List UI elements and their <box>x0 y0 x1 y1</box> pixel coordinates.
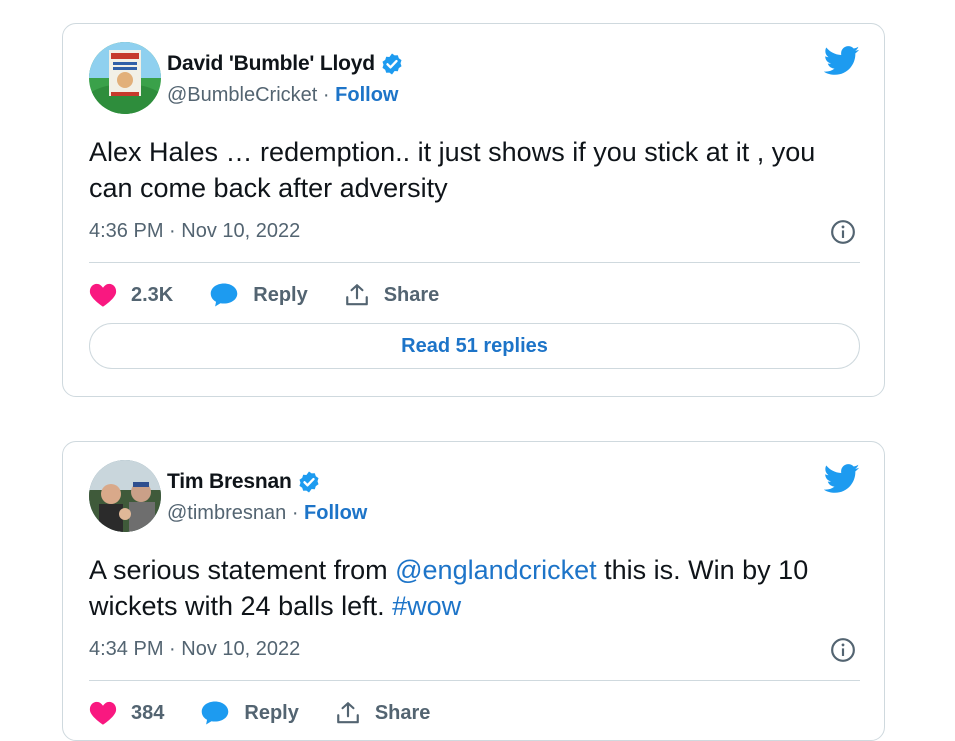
reply-label: Reply <box>253 283 308 306</box>
follow-link[interactable]: Follow <box>304 502 367 524</box>
action-bar: 2.3K Reply Share <box>89 280 475 310</box>
author-row: David 'Bumble' Lloyd <box>167 52 404 76</box>
divider <box>89 262 860 263</box>
author-name[interactable]: Tim Bresnan <box>167 470 292 494</box>
follow-link[interactable]: Follow <box>335 84 398 106</box>
tweet-card: David 'Bumble' Lloyd @BumbleCricket · Fo… <box>62 23 885 397</box>
handle-row: @timbresnan · Follow <box>167 502 367 525</box>
verified-badge-icon <box>299 471 319 493</box>
like-count: 2.3K <box>131 283 174 306</box>
hashtag-link[interactable]: #wow <box>392 591 461 621</box>
handle-row: @BumbleCricket · Follow <box>167 84 398 107</box>
tweet-text-part: A serious statement from <box>89 555 396 585</box>
share-button[interactable]: Share <box>335 700 431 726</box>
share-button[interactable]: Share <box>344 282 440 308</box>
separator: · <box>291 502 299 524</box>
speech-bubble-icon <box>202 701 229 725</box>
read-replies-button[interactable]: Read 51 replies <box>89 323 860 369</box>
reply-button[interactable]: Reply <box>209 282 308 308</box>
tweet-timestamp[interactable]: 4:36 PM · Nov 10, 2022 <box>89 220 300 243</box>
author-handle[interactable]: @BumbleCricket <box>167 84 317 106</box>
heart-icon <box>89 283 117 307</box>
heart-icon <box>89 701 117 725</box>
share-label: Share <box>383 283 440 306</box>
info-icon[interactable] <box>830 637 856 663</box>
separator: · <box>322 84 330 106</box>
verified-badge-icon <box>382 53 402 75</box>
author-name[interactable]: David 'Bumble' Lloyd <box>167 52 375 76</box>
action-bar: 384 Reply Share <box>89 698 466 728</box>
avatar[interactable] <box>89 42 161 114</box>
share-icon <box>345 284 368 306</box>
mention-link[interactable]: @englandcricket <box>395 555 597 585</box>
tweet-text: A serious statement from @englandcricket… <box>89 552 849 624</box>
tweet-card: Tim Bresnan @timbresnan · Follow A serio… <box>62 441 885 741</box>
reply-button[interactable]: Reply <box>200 700 299 726</box>
tweet-timestamp[interactable]: 4:34 PM · Nov 10, 2022 <box>89 638 300 661</box>
tweet-text: Alex Hales … redemption.. it just shows … <box>89 137 816 203</box>
speech-bubble-icon <box>210 283 238 307</box>
divider <box>89 680 860 681</box>
twitter-bird-icon[interactable] <box>824 46 860 76</box>
like-button[interactable]: 384 <box>89 700 164 726</box>
like-button[interactable]: 2.3K <box>89 282 173 308</box>
author-row: Tim Bresnan <box>167 470 321 494</box>
share-label: Share <box>374 701 431 724</box>
like-count: 384 <box>131 701 165 724</box>
avatar[interactable] <box>89 460 161 532</box>
share-icon <box>337 702 359 724</box>
info-icon[interactable] <box>830 219 856 245</box>
reply-label: Reply <box>244 701 299 724</box>
author-handle[interactable]: @timbresnan <box>167 502 286 524</box>
twitter-bird-icon[interactable] <box>824 464 860 494</box>
